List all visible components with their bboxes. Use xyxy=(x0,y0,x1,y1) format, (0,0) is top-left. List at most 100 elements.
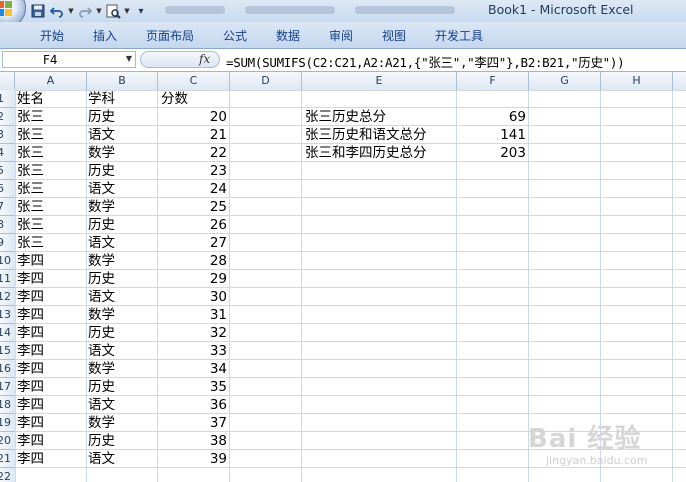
cell-b13[interactable]: 数学 xyxy=(88,306,115,324)
select-all-corner[interactable] xyxy=(0,72,15,90)
cell-b9[interactable]: 语文 xyxy=(88,234,115,252)
cell-a2[interactable]: 张三 xyxy=(17,108,44,126)
cell-c17[interactable]: 35 xyxy=(159,378,227,396)
cell-f3[interactable]: 141 xyxy=(458,126,526,144)
cell-a5[interactable]: 张三 xyxy=(17,162,44,180)
cell-f4[interactable]: 203 xyxy=(458,144,526,162)
cell-a16[interactable]: 李四 xyxy=(17,360,44,378)
tab-page-layout[interactable]: 页面布局 xyxy=(146,27,194,44)
print-preview-icon[interactable] xyxy=(105,3,121,19)
column-header-b[interactable]: B xyxy=(87,72,158,90)
row-header[interactable]: 12 xyxy=(0,288,15,306)
cell-b12[interactable]: 语文 xyxy=(88,288,115,306)
cell-b11[interactable]: 历史 xyxy=(88,270,115,288)
row-header[interactable]: 19 xyxy=(0,414,15,432)
row-header[interactable]: 18 xyxy=(0,396,15,414)
cell-c12[interactable]: 30 xyxy=(159,288,227,306)
cell-a18[interactable]: 李四 xyxy=(17,396,44,414)
redo-dropdown-icon[interactable]: ▼ xyxy=(96,3,102,19)
cell-b18[interactable]: 语文 xyxy=(88,396,115,414)
cell-a21[interactable]: 李四 xyxy=(17,450,44,468)
cell-b3[interactable]: 语文 xyxy=(88,126,115,144)
cell-e4[interactable]: 张三和李四历史总分 xyxy=(305,144,427,162)
cell-c10[interactable]: 28 xyxy=(159,252,227,270)
cell-c16[interactable]: 34 xyxy=(159,360,227,378)
cell-a1[interactable]: 姓名 xyxy=(17,90,44,108)
cell-b14[interactable]: 历史 xyxy=(88,324,115,342)
row-header[interactable]: 6 xyxy=(0,180,15,198)
undo-dropdown-icon[interactable]: ▼ xyxy=(68,3,74,19)
cell-e2[interactable]: 张三历史总分 xyxy=(305,108,386,126)
cell-b7[interactable]: 数学 xyxy=(88,198,115,216)
row-header[interactable]: 10 xyxy=(0,252,15,270)
cell-b19[interactable]: 数学 xyxy=(88,414,115,432)
row-header[interactable]: 13 xyxy=(0,306,15,324)
column-header-h[interactable]: H xyxy=(601,72,673,90)
row-header[interactable]: 9 xyxy=(0,234,15,252)
tab-developer[interactable]: 开发工具 xyxy=(435,27,483,44)
tab-review[interactable]: 审阅 xyxy=(329,27,353,44)
cell-b8[interactable]: 历史 xyxy=(88,216,115,234)
cell-b17[interactable]: 历史 xyxy=(88,378,115,396)
cell-a14[interactable]: 李四 xyxy=(17,324,44,342)
row-header[interactable]: 15 xyxy=(0,342,15,360)
name-box[interactable]: F4 ▼ xyxy=(2,51,136,68)
undo-icon[interactable] xyxy=(49,3,65,19)
cell-b5[interactable]: 历史 xyxy=(88,162,115,180)
cell-c2[interactable]: 20 xyxy=(159,108,227,126)
row-header[interactable]: 17 xyxy=(0,378,15,396)
row-header[interactable]: 1 xyxy=(0,90,15,108)
fx-icon[interactable]: fx xyxy=(199,52,210,66)
cell-b2[interactable]: 历史 xyxy=(88,108,115,126)
redo-icon[interactable] xyxy=(77,3,93,19)
column-header-g[interactable]: G xyxy=(529,72,601,90)
column-header-c[interactable]: C xyxy=(158,72,230,90)
cell-b20[interactable]: 历史 xyxy=(88,432,115,450)
cell-c15[interactable]: 33 xyxy=(159,342,227,360)
cell-a20[interactable]: 李四 xyxy=(17,432,44,450)
tab-home[interactable]: 开始 xyxy=(40,27,64,44)
row-header[interactable]: 8 xyxy=(0,216,15,234)
cell-c8[interactable]: 26 xyxy=(159,216,227,234)
cell-c21[interactable]: 39 xyxy=(159,450,227,468)
cell-c9[interactable]: 27 xyxy=(159,234,227,252)
column-header-a[interactable]: A xyxy=(15,72,87,90)
row-header[interactable]: 16 xyxy=(0,360,15,378)
row-header[interactable]: 3 xyxy=(0,126,15,144)
cell-a12[interactable]: 李四 xyxy=(17,288,44,306)
print-preview-dropdown-icon[interactable]: ▼ xyxy=(124,3,130,19)
cell-f2[interactable]: 69 xyxy=(458,108,526,126)
row-header[interactable]: 11 xyxy=(0,270,15,288)
cell-b1[interactable]: 学科 xyxy=(88,90,115,108)
column-header-f[interactable]: F xyxy=(457,72,529,90)
cell-b6[interactable]: 语文 xyxy=(88,180,115,198)
cell-a9[interactable]: 张三 xyxy=(17,234,44,252)
cell-b15[interactable]: 语文 xyxy=(88,342,115,360)
row-header[interactable]: 2 xyxy=(0,108,15,126)
cell-a4[interactable]: 张三 xyxy=(17,144,44,162)
cell-a19[interactable]: 李四 xyxy=(17,414,44,432)
row-header[interactable]: 21 xyxy=(0,450,15,468)
cell-b16[interactable]: 数学 xyxy=(88,360,115,378)
cell-b4[interactable]: 数学 xyxy=(88,144,115,162)
cell-c19[interactable]: 37 xyxy=(159,414,227,432)
name-box-dropdown-icon[interactable]: ▼ xyxy=(126,54,132,63)
tab-formulas[interactable]: 公式 xyxy=(223,27,247,44)
cell-b10[interactable]: 数学 xyxy=(88,252,115,270)
cell-c13[interactable]: 31 xyxy=(159,306,227,324)
cell-a7[interactable]: 张三 xyxy=(17,198,44,216)
row-header[interactable]: 7 xyxy=(0,198,15,216)
cell-c4[interactable]: 22 xyxy=(159,144,227,162)
row-header[interactable]: 5 xyxy=(0,162,15,180)
tab-view[interactable]: 视图 xyxy=(382,27,406,44)
cell-a10[interactable]: 李四 xyxy=(17,252,44,270)
tab-data[interactable]: 数据 xyxy=(276,27,300,44)
cell-a13[interactable]: 李四 xyxy=(17,306,44,324)
row-header[interactable]: 22 xyxy=(0,468,15,482)
cell-c3[interactable]: 21 xyxy=(159,126,227,144)
worksheet-grid[interactable]: 姓名 学科 分数 张三 历史 20 张三 语文 21 张三 数学 22 张三 历史 23 张三 语文 24 张… xyxy=(15,90,686,482)
cell-c5[interactable]: 23 xyxy=(159,162,227,180)
row-header[interactable]: 14 xyxy=(0,324,15,342)
cell-c6[interactable]: 24 xyxy=(159,180,227,198)
cell-a8[interactable]: 张三 xyxy=(17,216,44,234)
